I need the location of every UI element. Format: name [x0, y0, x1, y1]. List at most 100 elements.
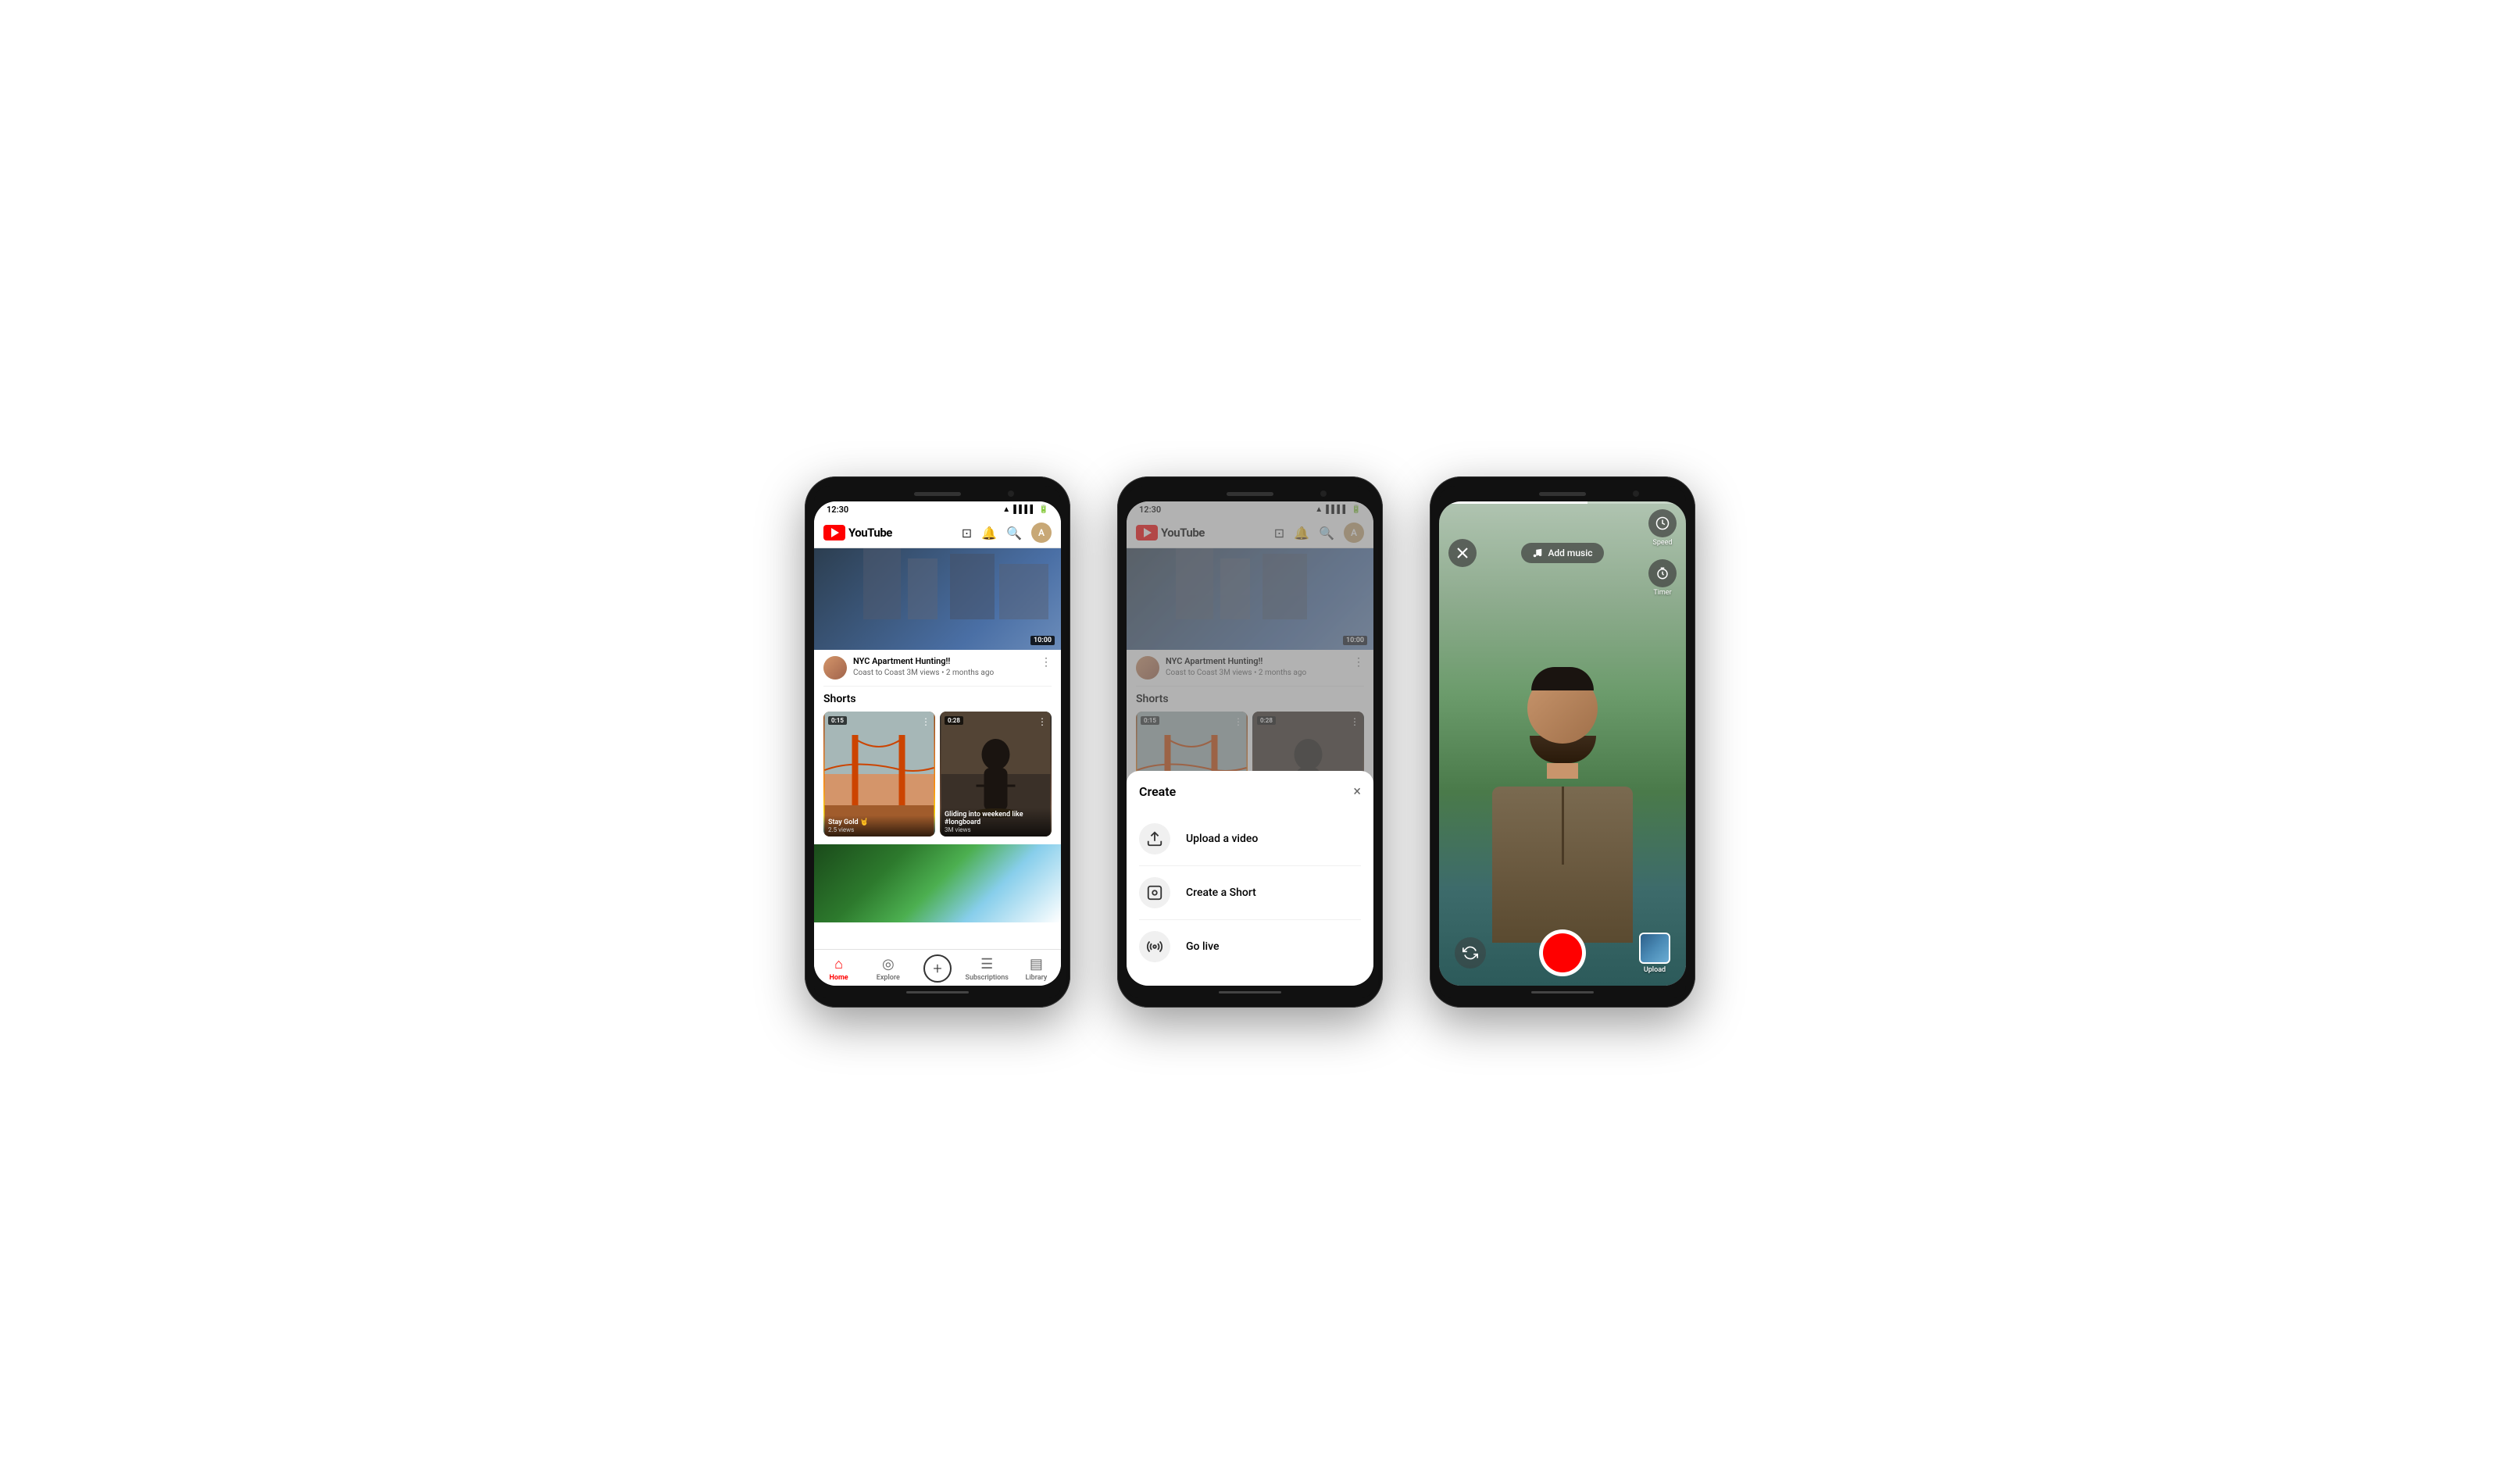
status-bar-1: 12:30 ▲ ▌▌▌▌ 🔋	[814, 501, 1061, 518]
phone-1: 12:30 ▲ ▌▌▌▌ 🔋 YouTube ⊡ 🔔	[805, 476, 1070, 1008]
nav-library-label-1: Library	[1026, 974, 1048, 982]
create-btn-1[interactable]: +	[923, 954, 952, 983]
building-2	[908, 558, 938, 619]
speed-svg	[1655, 516, 1670, 530]
library-icon-1: ▤	[1030, 956, 1043, 972]
upload-svg	[1146, 830, 1163, 847]
phone-3-notch	[1439, 486, 1686, 501]
yt-logo-text-1: YouTube	[848, 526, 892, 540]
status-time-1: 12:30	[827, 505, 848, 515]
cast-icon-1[interactable]: ⊡	[962, 526, 972, 540]
phones-container: 12:30 ▲ ▌▌▌▌ 🔋 YouTube ⊡ 🔔	[805, 476, 1695, 1008]
battery-icon: 🔋	[1039, 505, 1048, 514]
shorts-title-1: Shorts	[823, 693, 1052, 705]
channel-avatar-1	[823, 656, 847, 680]
yt-header-icons-1: ⊡ 🔔 🔍 A	[962, 523, 1052, 543]
modal-close-btn[interactable]: ×	[1353, 783, 1361, 800]
phone-2-speaker	[1227, 492, 1273, 496]
yt-play-triangle-1	[831, 528, 839, 537]
phone-2-camera	[1320, 491, 1327, 497]
nav-home-1[interactable]: ⌂ Home	[814, 956, 863, 982]
modal-item-upload[interactable]: Upload a video	[1139, 812, 1361, 866]
video-info-text-1: NYC Apartment Hunting!! Coast to Coast 3…	[853, 656, 1034, 677]
short-card-1[interactable]: 0:15 ⋮ Stay Gold 🤘 2.5 views	[823, 712, 935, 837]
live-svg	[1146, 938, 1163, 955]
camera-bottom-bar: Upload	[1439, 920, 1686, 986]
modal-item-live[interactable]: Go live	[1139, 920, 1361, 973]
short-name-1: Stay Gold 🤘	[828, 819, 930, 826]
camera-right-controls: Speed Timer	[1648, 509, 1677, 597]
modal-item-short[interactable]: Create a Short	[1139, 866, 1361, 920]
phone-1-bottom	[814, 986, 1061, 998]
building-3	[950, 554, 995, 620]
bell-icon-1[interactable]: 🔔	[981, 526, 997, 540]
person-shape	[1484, 673, 1641, 923]
avatar-1[interactable]: A	[1031, 523, 1052, 543]
video-info-row-1: NYC Apartment Hunting!! Coast to Coast 3…	[814, 650, 1061, 686]
phone-3-home-indicator	[1531, 991, 1594, 993]
signal-icon: ▌▌▌▌	[1013, 505, 1035, 514]
phone-2-screen: 12:30 ▲ ▌▌▌▌ 🔋 YouTube ⊡	[1127, 501, 1373, 986]
modal-header: Create ×	[1139, 783, 1361, 800]
video-duration-1: 10:00	[1030, 636, 1055, 645]
video-title-1: NYC Apartment Hunting!!	[853, 656, 1034, 667]
phone-2-notch	[1127, 486, 1373, 501]
speed-btn[interactable]: Speed	[1648, 509, 1677, 547]
flip-svg	[1462, 945, 1478, 961]
phone-3: Add music Speed	[1430, 476, 1695, 1008]
create-short-label: Create a Short	[1186, 886, 1256, 899]
speed-label: Speed	[1652, 539, 1672, 547]
timer-label: Timer	[1653, 589, 1671, 597]
person-body	[1492, 787, 1633, 943]
phone-3-bottom	[1439, 986, 1686, 998]
video-more-btn-1[interactable]: ⋮	[1041, 656, 1052, 669]
timer-btn[interactable]: Timer	[1648, 559, 1677, 597]
camera-progress-fill	[1439, 501, 1588, 504]
nav-explore-1[interactable]: ◎ Explore	[863, 956, 912, 982]
flip-camera-btn[interactable]	[1455, 937, 1486, 969]
status-icons-1: ▲ ▌▌▌▌ 🔋	[1002, 505, 1048, 514]
video-thumb-1[interactable]: 10:00	[814, 548, 1061, 650]
short-info-1: Stay Gold 🤘 2.5 views	[823, 815, 935, 837]
nav-subscriptions-1[interactable]: ☰ Subscriptions	[962, 956, 1012, 982]
upload-icon	[1139, 823, 1170, 854]
short-duration-1: 0:15	[828, 716, 847, 725]
upload-btn[interactable]: Upload	[1639, 933, 1670, 974]
bottom-nav-1: ⌂ Home ◎ Explore + ☰ Subscriptions ▤ Lib…	[814, 949, 1061, 986]
phone-3-camera	[1633, 491, 1639, 497]
short-more-1[interactable]: ⋮	[921, 716, 930, 727]
yt-header-1: YouTube ⊡ 🔔 🔍 A	[814, 518, 1061, 548]
short-views-2: 3M views	[945, 826, 1047, 833]
short-card-2[interactable]: 0:28 ⋮ Gliding into weekend like #longbo…	[940, 712, 1052, 837]
modal-title: Create	[1139, 784, 1176, 799]
camera-screen: Add music Speed	[1439, 501, 1686, 986]
camera-progress-bar	[1439, 501, 1686, 504]
record-inner	[1543, 933, 1582, 972]
record-button[interactable]	[1539, 929, 1586, 976]
phone-1-notch	[814, 486, 1061, 501]
phone-1-camera	[1008, 491, 1014, 497]
short-duration-2: 0:28	[945, 716, 963, 725]
phone-2-bottom	[1127, 986, 1373, 998]
nav-create-1[interactable]: +	[912, 954, 962, 983]
nav-home-label-1: Home	[830, 974, 848, 982]
camera-top-bar: Add music Speed	[1439, 501, 1686, 605]
nav-library-1[interactable]: ▤ Library	[1012, 956, 1061, 982]
person-neck	[1547, 763, 1578, 779]
short-more-2[interactable]: ⋮	[1038, 716, 1047, 727]
phone-3-screen: Add music Speed	[1439, 501, 1686, 986]
shorts-svg	[1146, 884, 1163, 901]
short-info-2: Gliding into weekend like #longboard 3M …	[940, 808, 1052, 837]
phone-1-home-indicator	[906, 991, 969, 993]
close-x-svg	[1457, 548, 1468, 558]
landscape-video-1[interactable]	[814, 844, 1061, 922]
search-icon-1[interactable]: 🔍	[1006, 526, 1022, 540]
music-icon	[1532, 548, 1543, 558]
add-music-label: Add music	[1548, 548, 1592, 558]
add-music-btn[interactable]: Add music	[1521, 543, 1603, 563]
create-modal: Create × Upload a video	[1127, 771, 1373, 986]
camera-close-btn[interactable]	[1448, 539, 1477, 567]
person-head	[1527, 673, 1598, 744]
phone-2: 12:30 ▲ ▌▌▌▌ 🔋 YouTube ⊡	[1117, 476, 1383, 1008]
shorts-grid-1: 0:15 ⋮ Stay Gold 🤘 2.5 views	[823, 712, 1052, 837]
